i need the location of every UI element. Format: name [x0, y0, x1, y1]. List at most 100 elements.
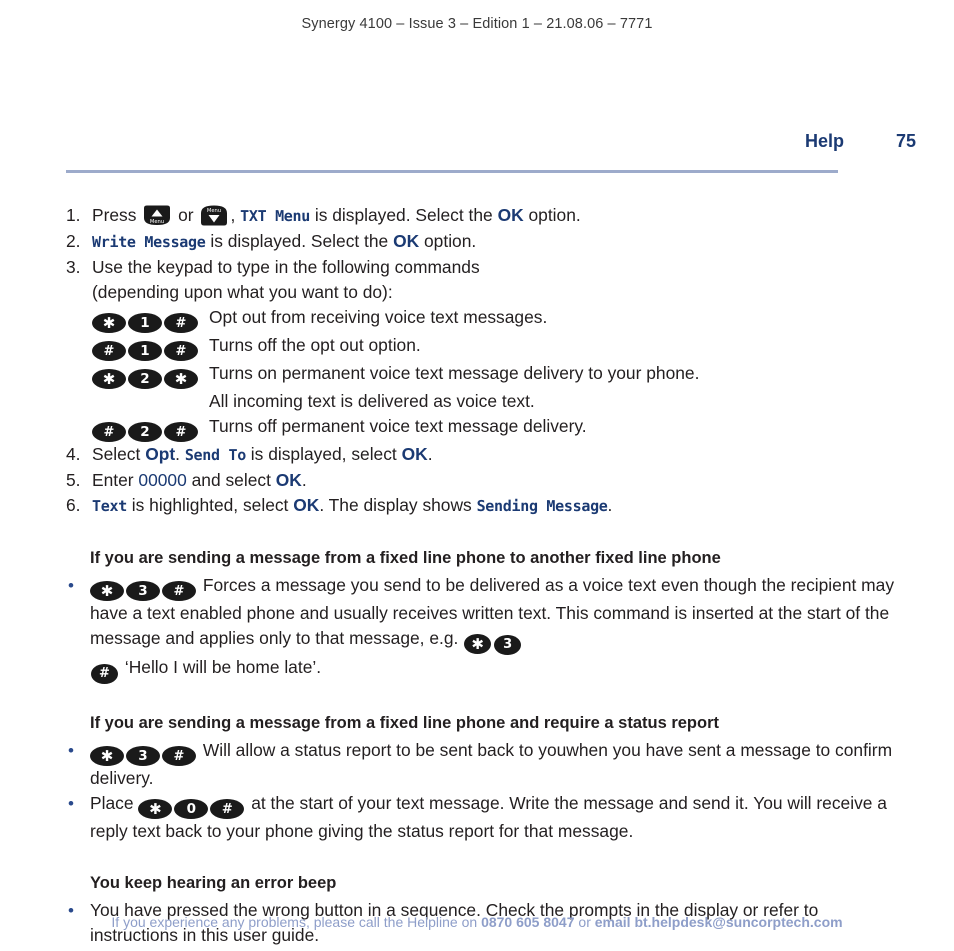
menu-up-button-icon[interactable]: Menu	[142, 205, 172, 226]
command-row: ✱ 2 ✱ Turns on permanent voice text messag…	[66, 361, 896, 389]
step-6-period: .	[607, 495, 613, 515]
bullet-item: • ✱ 3 # Forces a message you send to be de…	[66, 573, 896, 684]
step-2-option-label: option.	[424, 231, 477, 251]
step-1-press-label: Press	[92, 205, 137, 225]
step-4-select-label: Select	[92, 444, 141, 464]
footer-email[interactable]: email bt.helpdesk@suncorptech.com	[595, 914, 843, 930]
step-6-ok-label[interactable]: OK	[293, 495, 319, 515]
key-hash[interactable]: #	[164, 313, 198, 333]
step-1-text: Press Menu or Menu , TXT Menu is display…	[92, 203, 896, 229]
bullet-marker: •	[68, 794, 74, 813]
command-row: #2 # Turns off permanent voice text messa…	[66, 414, 896, 442]
section-heading-fixedline: If you are sending a message from a fixe…	[90, 549, 721, 567]
section-heading-errorbeep: You keep hearing an error beep	[90, 874, 337, 892]
step-2-ok-label[interactable]: OK	[393, 231, 419, 251]
key-hash[interactable]: #	[162, 746, 196, 766]
bullet-text: Place ✱ 0 # at the start of your text mess…	[90, 791, 896, 844]
key-hash[interactable]: #	[164, 341, 198, 361]
key-star[interactable]: ✱	[92, 369, 126, 389]
key-3[interactable]: 3	[494, 635, 522, 655]
bullet-item: • ✱ 3 # Will allow a status report to be s…	[66, 738, 896, 791]
key-star[interactable]: ✱	[90, 746, 124, 766]
step-3-line-1: Use the keypad to type in the following …	[92, 257, 480, 277]
step-3-number: 3.	[66, 257, 81, 277]
step-4-dot: .	[175, 444, 180, 464]
command-description: Turns on permanent voice text message de…	[209, 363, 700, 383]
step-4-mid-text: is displayed, select	[250, 444, 397, 464]
step-5: 5. Enter 00000 and select OK.	[66, 468, 896, 493]
step-6: 6. Text is highlighted, select OK. The d…	[66, 493, 896, 519]
command-keys: ✱ 2 ✱	[92, 361, 209, 389]
lcd-txt-menu: TXT Menu	[240, 207, 310, 225]
step-6-mid-text: is highlighted, select	[131, 495, 289, 515]
lcd-write-message: Write Message	[92, 233, 206, 251]
lcd-send-to: Send To	[184, 446, 246, 464]
bullet-body: Will allow a status report to be sent ba…	[90, 740, 893, 788]
key-1[interactable]: 1	[128, 341, 162, 361]
step-5-mid-text: and select	[191, 470, 271, 490]
step-1-comma: ,	[230, 205, 236, 225]
step-4-ok-label[interactable]: OK	[402, 444, 428, 464]
key-hash[interactable]: #	[91, 664, 118, 684]
lcd-sending-message: Sending Message	[476, 497, 608, 515]
step-2-mid-text: is displayed. Select the	[210, 231, 389, 251]
step-3-text: Use the keypad to type in the following …	[92, 255, 896, 305]
step-6-text: Text is highlighted, select OK. The disp…	[92, 493, 896, 519]
step-4-text: Select Opt. Send To is displayed, select…	[92, 442, 896, 468]
step-5-enter-label: Enter	[92, 470, 134, 490]
bullet-body-a: Forces a message you send to be delivere…	[90, 575, 895, 648]
command-continuation: All incoming text is delivered as voice …	[209, 391, 535, 411]
command-description: Opt out from receiving voice text messag…	[209, 307, 548, 327]
key-hash[interactable]: #	[92, 422, 126, 442]
bullet-body-b: ‘Hello I will be home late’.	[124, 657, 322, 677]
key-star[interactable]: ✱	[90, 581, 124, 601]
menu-down-button-icon[interactable]: Menu	[199, 205, 229, 226]
step-4-period: .	[427, 444, 433, 464]
step-1-option-label: option.	[528, 205, 581, 225]
key-hash[interactable]: #	[164, 422, 198, 442]
step-1-mid-text: is displayed. Select the	[314, 205, 493, 225]
section-label: Help	[804, 131, 844, 151]
key-star[interactable]: ✱	[464, 634, 492, 654]
step-1: 1. Press Menu or Menu , TXT Menu is disp…	[66, 203, 896, 229]
command-keys: #1 #	[92, 333, 209, 361]
command-keys: ✱ 1 #	[92, 305, 209, 333]
step-6-display-shows: . The display shows	[319, 495, 472, 515]
step-3: 3. Use the keypad to type in the followi…	[66, 255, 896, 305]
key-hash[interactable]: #	[162, 581, 196, 601]
key-0[interactable]: 0	[174, 799, 209, 819]
step-5-ok-label[interactable]: OK	[276, 470, 302, 490]
bullet-marker: •	[68, 576, 74, 595]
command-description: Turns off the opt out option.	[209, 335, 421, 355]
key-3[interactable]: 3	[126, 581, 160, 601]
step-1-or-label: or	[178, 205, 194, 225]
svg-text:Menu: Menu	[150, 219, 164, 225]
key-star[interactable]: ✱	[138, 799, 173, 819]
key-2[interactable]: 2	[128, 369, 162, 389]
step-5-period: .	[301, 470, 307, 490]
step-5-number: 5.	[66, 470, 81, 490]
bullet-lead: Place	[90, 793, 134, 813]
step-2-number: 2.	[66, 231, 81, 251]
key-3[interactable]: 3	[126, 746, 160, 766]
step-2-text: Write Message is displayed. Select the O…	[92, 229, 896, 255]
key-hash[interactable]: #	[92, 341, 126, 361]
command-row: ✱ 1 # Opt out from receiving voice text me…	[66, 305, 896, 333]
key-star[interactable]: ✱	[92, 313, 126, 333]
step-1-number: 1.	[66, 205, 81, 225]
footer-lead: If you experience any problems, please c…	[111, 914, 482, 930]
bullet-item: • Place ✱ 0 # at the start of your text me…	[66, 791, 896, 844]
step-4-opt-label[interactable]: Opt	[145, 444, 175, 464]
step-3-line-2: (depending upon what you want to do):	[92, 282, 393, 302]
step-1-ok-label[interactable]: OK	[498, 205, 524, 225]
bullet-text: ✱ 3 # Will allow a status report to be sen…	[90, 738, 896, 791]
bullet-marker: •	[68, 741, 74, 760]
key-1[interactable]: 1	[128, 313, 162, 333]
key-hash[interactable]: #	[210, 799, 245, 819]
key-2[interactable]: 2	[128, 422, 162, 442]
command-row: #1 # Turns off the opt out option.	[66, 333, 896, 361]
bullet-body: at the start of your text message. Write…	[90, 793, 887, 841]
command-description: Turns off permanent voice text message d…	[209, 416, 587, 436]
step-6-number: 6.	[66, 495, 81, 515]
key-star[interactable]: ✱	[164, 369, 198, 389]
